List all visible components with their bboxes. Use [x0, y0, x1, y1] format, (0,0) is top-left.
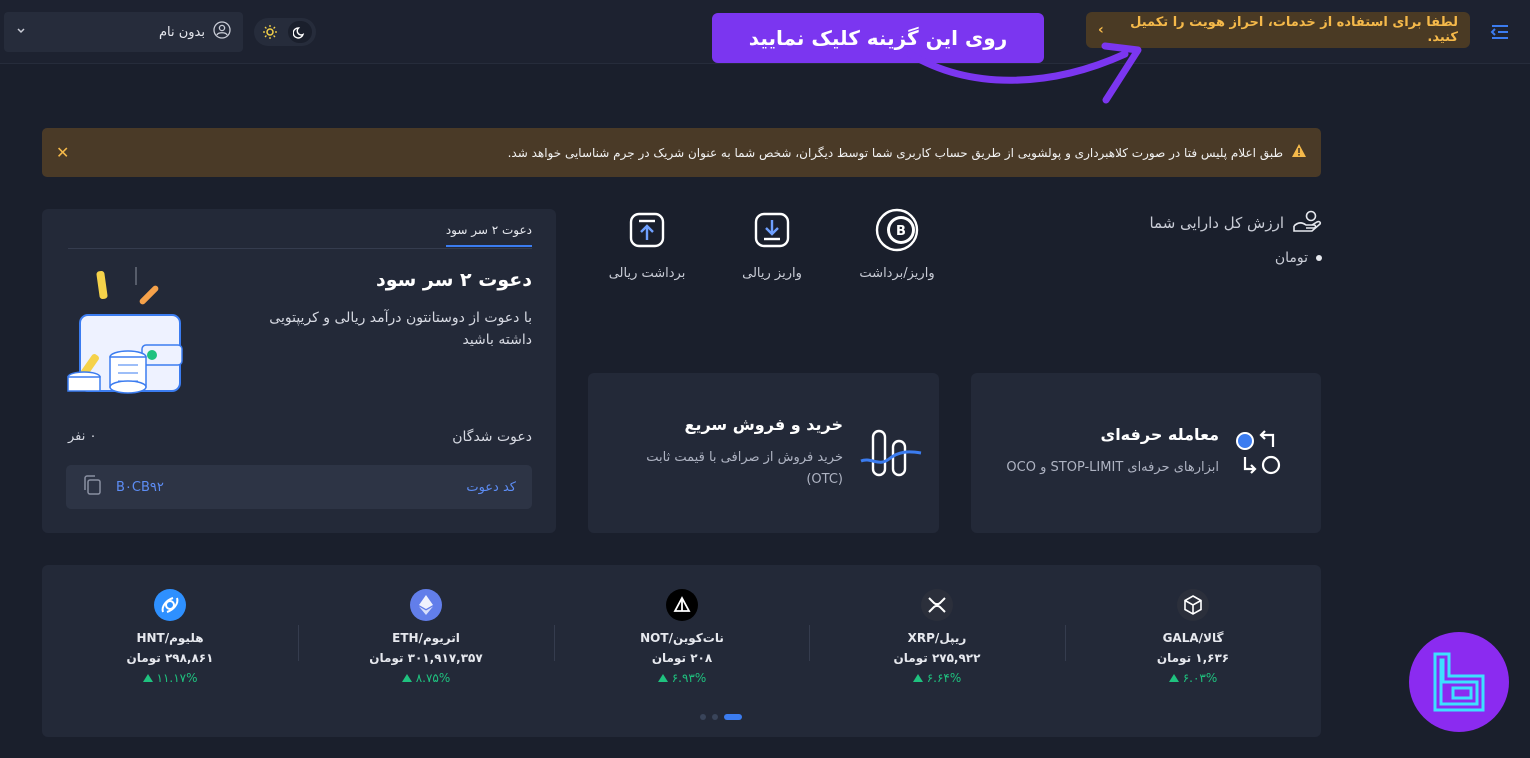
- copy-icon[interactable]: [82, 475, 102, 499]
- up-arrow-icon: [142, 674, 153, 682]
- up-arrow-icon: [401, 674, 412, 682]
- rial-deposit-button[interactable]: واریز ریالی: [717, 208, 827, 288]
- coin-name: GALA/گالا: [1162, 631, 1224, 645]
- coin-card-notcoin[interactable]: NOT/نات‌کوین ۲۰۸ تومان ۶.۹۳%: [554, 589, 810, 699]
- user-menu[interactable]: بدون نام: [4, 12, 243, 52]
- total-assets-value: تومان: [1275, 250, 1322, 266]
- chevron-down-icon: [16, 25, 26, 39]
- moon-icon[interactable]: [288, 21, 312, 43]
- total-assets-label: ارزش کل دارایی شما: [1149, 214, 1284, 232]
- tab-invite[interactable]: دعوت ۲ سر سود: [445, 223, 532, 247]
- invite-code-box: B۰CB۹۲ کد دعوت: [66, 465, 532, 509]
- coin-wallet-illustration-icon: [62, 265, 192, 395]
- callout-arrow-icon: [906, 42, 1142, 104]
- otc-title: خرید و فروش سریع: [684, 415, 843, 434]
- coin-change: ۶.۹۳%: [657, 671, 707, 685]
- svg-text:B: B: [896, 224, 906, 239]
- coin-price: ۳۰۱,۹۱۷,۳۵۷ تومان: [369, 651, 483, 665]
- helium-icon: [154, 589, 186, 621]
- hand-coin-icon: [1292, 208, 1322, 238]
- pager-dot[interactable]: [712, 714, 718, 720]
- gala-icon: [1177, 589, 1209, 621]
- pager-dot-active[interactable]: [724, 714, 742, 720]
- crypto-deposit-withdraw-button[interactable]: B واریز/برداشت: [842, 208, 952, 288]
- swap-icon: [1233, 427, 1283, 479]
- coin-divider: [298, 625, 299, 661]
- coin-change-value: ۶.۰۳%: [1182, 671, 1218, 685]
- ethereum-icon: [410, 589, 442, 621]
- coin-card-helium[interactable]: HNT/هلیوم ۲۹۸,۸۶۱ تومان ۱۱.۱۷%: [42, 589, 298, 699]
- brand-logo-icon: [1409, 632, 1509, 732]
- otc-card[interactable]: خرید و فروش سریع خرید فروش از صرافی با ق…: [588, 373, 939, 533]
- up-arrow-icon: [1168, 674, 1179, 682]
- up-arrow-icon: [912, 674, 923, 682]
- coin-price: ۲۷۵,۹۲۲ تومان: [893, 651, 981, 665]
- police-alert: ✕ طبق اعلام پلیس فتا در صورت کلاهبرداری …: [42, 128, 1321, 177]
- pager-dot[interactable]: [700, 714, 706, 720]
- coin-name: HNT/هلیوم: [136, 631, 204, 645]
- invited-label: دعوت شدگان: [452, 429, 532, 445]
- xrp-icon: [921, 589, 953, 621]
- sun-icon[interactable]: [258, 21, 282, 43]
- deposit-icon: [750, 208, 794, 252]
- warning-icon: [1291, 143, 1307, 162]
- coin-divider: [554, 625, 555, 661]
- coin-change: ۶.۶۴%: [912, 671, 962, 685]
- invited-count: ۰ نفر: [68, 429, 97, 444]
- total-assets-title: ارزش کل دارایی شما: [1149, 208, 1322, 238]
- pro-trade-desc: ابزارهای حرفه‌ای STOP-LIMIT و OCO: [1006, 460, 1219, 475]
- coin-price: ۱,۶۳۶ تومان: [1156, 651, 1230, 665]
- action-label: واریز ریالی: [742, 266, 802, 281]
- user-name: بدون نام: [158, 24, 205, 40]
- coin-change-value: ۶.۶۴%: [926, 671, 962, 685]
- kyc-notice-text: لطفا برای استفاده از خدمات، احراز هویت ر…: [1130, 15, 1458, 45]
- ticker-pager: [700, 714, 742, 720]
- rial-withdraw-button[interactable]: برداشت ریالی: [592, 208, 702, 288]
- crypto-wallet-icon: B: [875, 208, 919, 252]
- coin-price: ۲۹۸,۸۶۱ تومان: [126, 651, 214, 665]
- withdraw-icon: [625, 208, 669, 252]
- market-ticker: GALA/گالا ۱,۶۳۶ تومان ۶.۰۳% XRP/ریپل ۲۷۵…: [42, 565, 1321, 737]
- total-assets-currency: تومان: [1274, 250, 1308, 266]
- otc-desc: خرید فروش از صرافی با قیمت ثابت (OTC): [646, 450, 843, 487]
- invite-card: دعوت ۲ سر سود دعوت ۲ سر سود با دعوت از د…: [42, 209, 556, 533]
- coin-change-value: ۱۱.۱۷%: [156, 671, 198, 685]
- coin-price: ۲۰۸ تومان: [651, 651, 713, 665]
- up-arrow-icon: [657, 674, 668, 682]
- coin-change-value: ۸.۷۵%: [415, 671, 451, 685]
- tab-divider: [68, 248, 532, 249]
- chevron-left-icon: ›: [1098, 22, 1104, 38]
- pro-trade-card[interactable]: معامله حرفه‌ای ابزارهای حرفه‌ای STOP-LIM…: [971, 373, 1321, 533]
- coin-card-gala[interactable]: GALA/گالا ۱,۶۳۶ تومان ۶.۰۳%: [1065, 589, 1321, 699]
- pro-trade-title: معامله حرفه‌ای: [1100, 425, 1219, 444]
- invite-title: دعوت ۲ سر سود: [375, 269, 532, 291]
- close-icon[interactable]: ✕: [56, 143, 69, 162]
- invite-desc: با دعوت از دوستانتون درآمد ریالی و کریپت…: [269, 310, 532, 348]
- coin-change: ۱۱.۱۷%: [142, 671, 198, 685]
- user-icon: [213, 21, 231, 43]
- coin-name: NOT/نات‌کوین: [640, 631, 724, 645]
- action-label: واریز/برداشت: [859, 266, 935, 281]
- quick-actions: B واریز/برداشت واریز ریالی برداشت ریالی: [592, 208, 952, 288]
- coin-card-ethereum[interactable]: ETH/اتریوم ۳۰۱,۹۱۷,۳۵۷ تومان ۸.۷۵%: [298, 589, 554, 699]
- theme-toggle[interactable]: [254, 18, 316, 46]
- invite-code-label: کد دعوت: [466, 479, 516, 495]
- coin-change: ۸.۷۵%: [401, 671, 451, 685]
- coin-card-xrp[interactable]: XRP/ریپل ۲۷۵,۹۲۲ تومان ۶.۶۴%: [809, 589, 1065, 699]
- menu-collapse-icon[interactable]: [1488, 20, 1512, 44]
- coin-name: XRP/ریپل: [907, 631, 967, 645]
- coin-change-value: ۶.۹۳%: [671, 671, 707, 685]
- invite-code-value: B۰CB۹۲: [116, 479, 164, 495]
- coin-divider: [1065, 625, 1066, 661]
- otc-chart-icon: [859, 427, 923, 479]
- alert-text: طبق اعلام پلیس فتا در صورت کلاهبرداری و …: [507, 145, 1283, 160]
- action-label: برداشت ریالی: [608, 266, 686, 281]
- coin-change: ۶.۰۳%: [1168, 671, 1218, 685]
- coin-name: ETH/اتریوم: [392, 631, 460, 645]
- notcoin-icon: [666, 589, 698, 621]
- bullet-icon: [1316, 255, 1322, 261]
